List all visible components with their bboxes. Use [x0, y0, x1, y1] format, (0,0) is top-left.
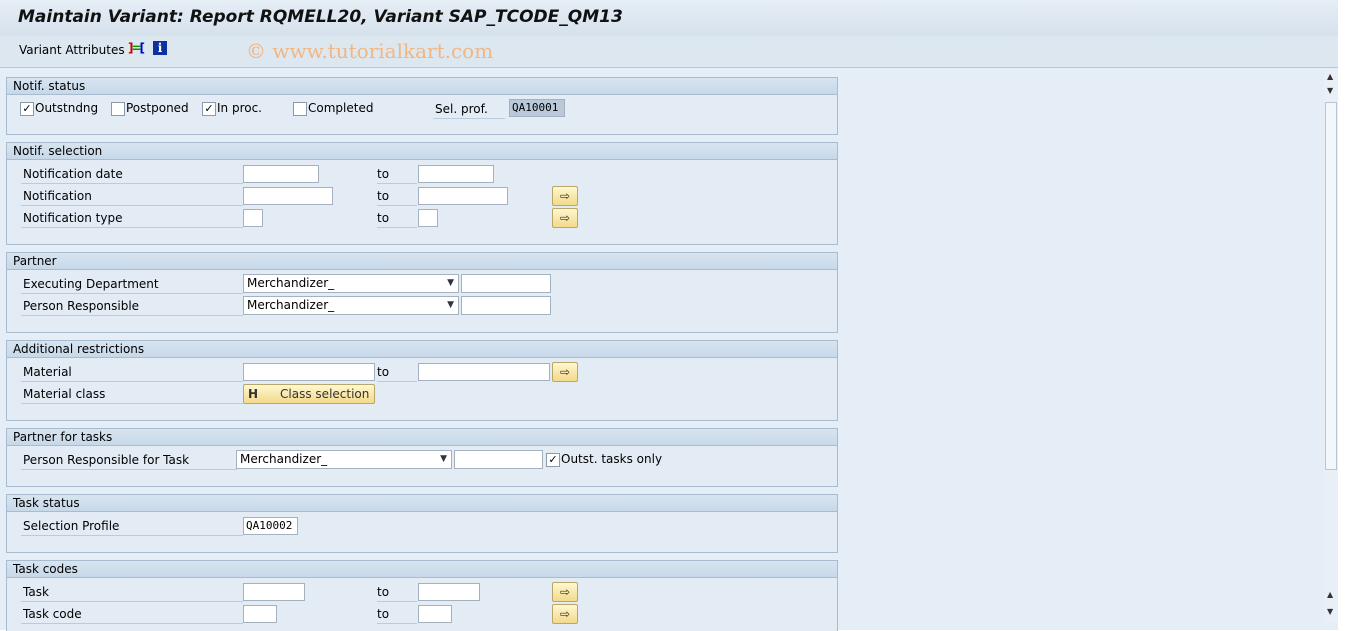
- in-proc-label: In proc.: [217, 101, 262, 115]
- layout-icon[interactable]: ]=[: [128, 41, 145, 55]
- person-responsible-field[interactable]: [461, 296, 551, 315]
- postponed-checkbox[interactable]: [111, 102, 125, 116]
- person-responsible-task-label: Person Responsible for Task: [21, 451, 237, 470]
- outstanding-checkbox[interactable]: ✓: [20, 102, 34, 116]
- page-title: Maintain Variant: Report RQMELL20, Varia…: [18, 7, 623, 27]
- outst-tasks-only-label: Outst. tasks only: [561, 452, 663, 466]
- executing-department-label: Executing Department: [21, 275, 243, 294]
- multiple-selection-button[interactable]: ⇨: [552, 362, 578, 382]
- material-to[interactable]: [418, 363, 550, 381]
- notification-from[interactable]: [243, 187, 333, 205]
- notification-date-label: Notification date: [21, 165, 243, 184]
- to-label: to: [377, 605, 417, 624]
- group-header: Additional restrictions: [7, 341, 837, 358]
- task-code-to[interactable]: [418, 605, 452, 623]
- outst-tasks-only-checkbox[interactable]: ✓: [546, 453, 560, 467]
- postponed-label: Postponed: [126, 101, 189, 115]
- material-from[interactable]: [243, 363, 375, 381]
- material-label: Material: [21, 363, 243, 382]
- person-responsible-task-field[interactable]: [454, 450, 543, 469]
- task-code-from[interactable]: [243, 605, 277, 623]
- notification-to[interactable]: [418, 187, 508, 205]
- dropdown-value: Merchandizer_: [247, 276, 335, 290]
- multiple-selection-button[interactable]: ⇨: [552, 208, 578, 228]
- scroll-up-icon[interactable]: ▲: [1327, 72, 1333, 81]
- watermark: © www.tutorialkart.com: [246, 39, 494, 63]
- group-partner-for-tasks: Partner for tasks Person Responsible for…: [6, 428, 838, 487]
- chevron-down-icon: ▼: [440, 454, 447, 464]
- dropdown-value: Merchandizer_: [247, 298, 335, 312]
- group-additional-restrictions: Additional restrictions Material to ⇨ Ma…: [6, 340, 838, 421]
- scroll-down-icon[interactable]: ▲: [1327, 590, 1333, 599]
- person-responsible-label: Person Responsible: [21, 297, 243, 316]
- selection-profile-label: Selection Profile: [21, 517, 243, 536]
- in-proc-checkbox[interactable]: ✓: [202, 102, 216, 116]
- title-bar: Maintain Variant: Report RQMELL20, Varia…: [0, 0, 1338, 37]
- notification-label: Notification: [21, 187, 243, 206]
- group-task-codes: Task codes Task to ⇨ Task code to ⇨: [6, 560, 838, 631]
- material-class-label: Material class: [21, 385, 243, 404]
- multiple-selection-button[interactable]: ⇨: [552, 186, 578, 206]
- group-header: Task codes: [7, 561, 837, 578]
- group-header: Partner for tasks: [7, 429, 837, 446]
- task-label: Task: [21, 583, 243, 602]
- variant-attributes-button[interactable]: Variant Attributes: [19, 43, 125, 57]
- to-label: to: [377, 209, 417, 228]
- outstanding-label: Outstndng: [35, 101, 99, 115]
- sel-prof-label: Sel. prof.: [433, 100, 505, 119]
- group-notif-status: Notif. status ✓ Outstndng Postponed ✓ In…: [6, 77, 838, 135]
- toolbar: Variant Attributes ]=[ i © www.tutorialk…: [0, 36, 1338, 68]
- chevron-down-icon: ▼: [447, 300, 454, 310]
- executing-department-dropdown[interactable]: Merchandizer_ ▼: [243, 274, 459, 293]
- chevron-down-icon: ▼: [447, 278, 454, 288]
- group-task-status: Task status Selection Profile QA10002: [6, 494, 838, 553]
- person-responsible-dropdown[interactable]: Merchandizer_ ▼: [243, 296, 459, 315]
- selection-profile-field[interactable]: QA10002: [243, 517, 298, 535]
- binoculars-icon: H: [248, 387, 259, 401]
- task-code-label: Task code: [21, 605, 243, 624]
- notification-type-from[interactable]: [243, 209, 263, 227]
- completed-checkbox[interactable]: [293, 102, 307, 116]
- notification-type-to[interactable]: [418, 209, 438, 227]
- vertical-scrollbar[interactable]: ▲ ▼ ▲ ▼: [1324, 70, 1338, 622]
- task-from[interactable]: [243, 583, 305, 601]
- group-header: Task status: [7, 495, 837, 512]
- to-label: to: [377, 165, 417, 184]
- sel-prof-field[interactable]: QA10001: [509, 99, 565, 117]
- group-header: Notif. selection: [7, 143, 837, 160]
- info-icon[interactable]: i: [153, 41, 167, 55]
- task-to[interactable]: [418, 583, 480, 601]
- notification-date-from[interactable]: [243, 165, 319, 183]
- to-label: to: [377, 187, 417, 206]
- class-selection-button[interactable]: H Class selection: [243, 384, 375, 404]
- scroll-thumb[interactable]: [1325, 102, 1337, 470]
- to-label: to: [377, 363, 417, 382]
- button-label: Class selection: [280, 387, 370, 401]
- group-partner: Partner Executing Department Merchandize…: [6, 252, 838, 333]
- executing-department-field[interactable]: [461, 274, 551, 293]
- dropdown-value: Merchandizer_: [240, 452, 328, 466]
- to-label: to: [377, 583, 417, 602]
- scroll-up-icon[interactable]: ▼: [1327, 86, 1333, 95]
- person-responsible-task-dropdown[interactable]: Merchandizer_ ▼: [236, 450, 452, 469]
- multiple-selection-button[interactable]: ⇨: [552, 582, 578, 602]
- scroll-down-icon[interactable]: ▼: [1327, 607, 1333, 616]
- notification-date-to[interactable]: [418, 165, 494, 183]
- completed-label: Completed: [308, 101, 374, 115]
- notification-type-label: Notification type: [21, 209, 243, 228]
- group-notif-selection: Notif. selection Notification date to No…: [6, 142, 838, 245]
- group-header: Notif. status: [7, 78, 837, 95]
- multiple-selection-button[interactable]: ⇨: [552, 604, 578, 624]
- group-header: Partner: [7, 253, 837, 270]
